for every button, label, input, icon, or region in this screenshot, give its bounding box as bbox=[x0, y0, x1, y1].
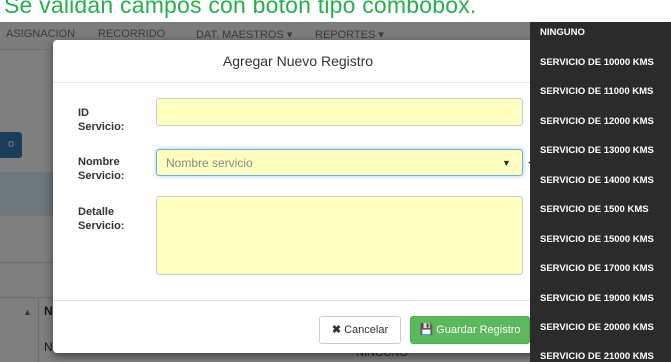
modal-title: Agregar Nuevo Registro bbox=[222, 53, 374, 69]
dropdown-option[interactable]: SERVICIO DE 14000 KMS bbox=[530, 173, 671, 203]
dropdown-option[interactable]: NINGUNO bbox=[530, 25, 671, 55]
detalle-servicio-label: Detalle Servicio: bbox=[78, 206, 125, 232]
floppy-disk-icon: 💾 bbox=[419, 324, 434, 336]
modal-footer: ✖ Cancelar 💾 Guardar Registro bbox=[53, 300, 543, 353]
select-placeholder: Nombre servicio bbox=[166, 156, 253, 170]
dropdown-option[interactable]: SERVICIO DE 21000 KMS bbox=[530, 349, 671, 362]
id-servicio-label: ID Servicio: bbox=[78, 107, 125, 133]
caret-down-icon: ▼ bbox=[502, 158, 511, 168]
dropdown-option[interactable]: SERVICIO DE 10000 KMS bbox=[530, 55, 671, 85]
cancel-label: Cancelar bbox=[344, 324, 389, 336]
add-record-modal: Agregar Nuevo Registro × ID Servicio: No… bbox=[53, 40, 543, 353]
cancel-button[interactable]: ✖ Cancelar bbox=[319, 316, 401, 344]
nombre-servicio-label: Nombre Servicio: bbox=[78, 156, 125, 182]
dropdown-option[interactable]: SERVICIO DE 12000 KMS bbox=[530, 114, 671, 144]
id-servicio-input[interactable] bbox=[156, 98, 523, 126]
dropdown-option[interactable]: SERVICIO DE 19000 KMS bbox=[530, 291, 671, 321]
dropdown-option[interactable]: SERVICIO DE 15000 KMS bbox=[530, 232, 671, 262]
dropdown-option[interactable]: SERVICIO DE 17000 KMS bbox=[530, 261, 671, 291]
save-label: Guardar Registro bbox=[436, 324, 521, 336]
close-icon: ✖ bbox=[331, 324, 342, 336]
dropdown-option[interactable]: SERVICIO DE 11000 KMS bbox=[530, 84, 671, 114]
save-button[interactable]: 💾 Guardar Registro bbox=[410, 316, 530, 344]
detalle-servicio-textarea[interactable] bbox=[156, 196, 523, 275]
dropdown-option[interactable]: SERVICIO DE 13000 KMS bbox=[530, 143, 671, 173]
dropdown-option[interactable]: SERVICIO DE 20000 KMS bbox=[530, 320, 671, 350]
dropdown-option[interactable]: SERVICIO DE 1500 KMS bbox=[530, 202, 671, 232]
banner: Se validan campos con botón tipo combobo… bbox=[0, 0, 671, 22]
service-dropdown-list: NINGUNO SERVICIO DE 10000 KMS SERVICIO D… bbox=[530, 22, 671, 362]
nombre-servicio-select[interactable]: Nombre servicio ▼ bbox=[156, 149, 523, 176]
modal-header: Agregar Nuevo Registro × bbox=[53, 40, 543, 83]
banner-heading: Se validan campos con botón tipo combobo… bbox=[4, 0, 477, 18]
